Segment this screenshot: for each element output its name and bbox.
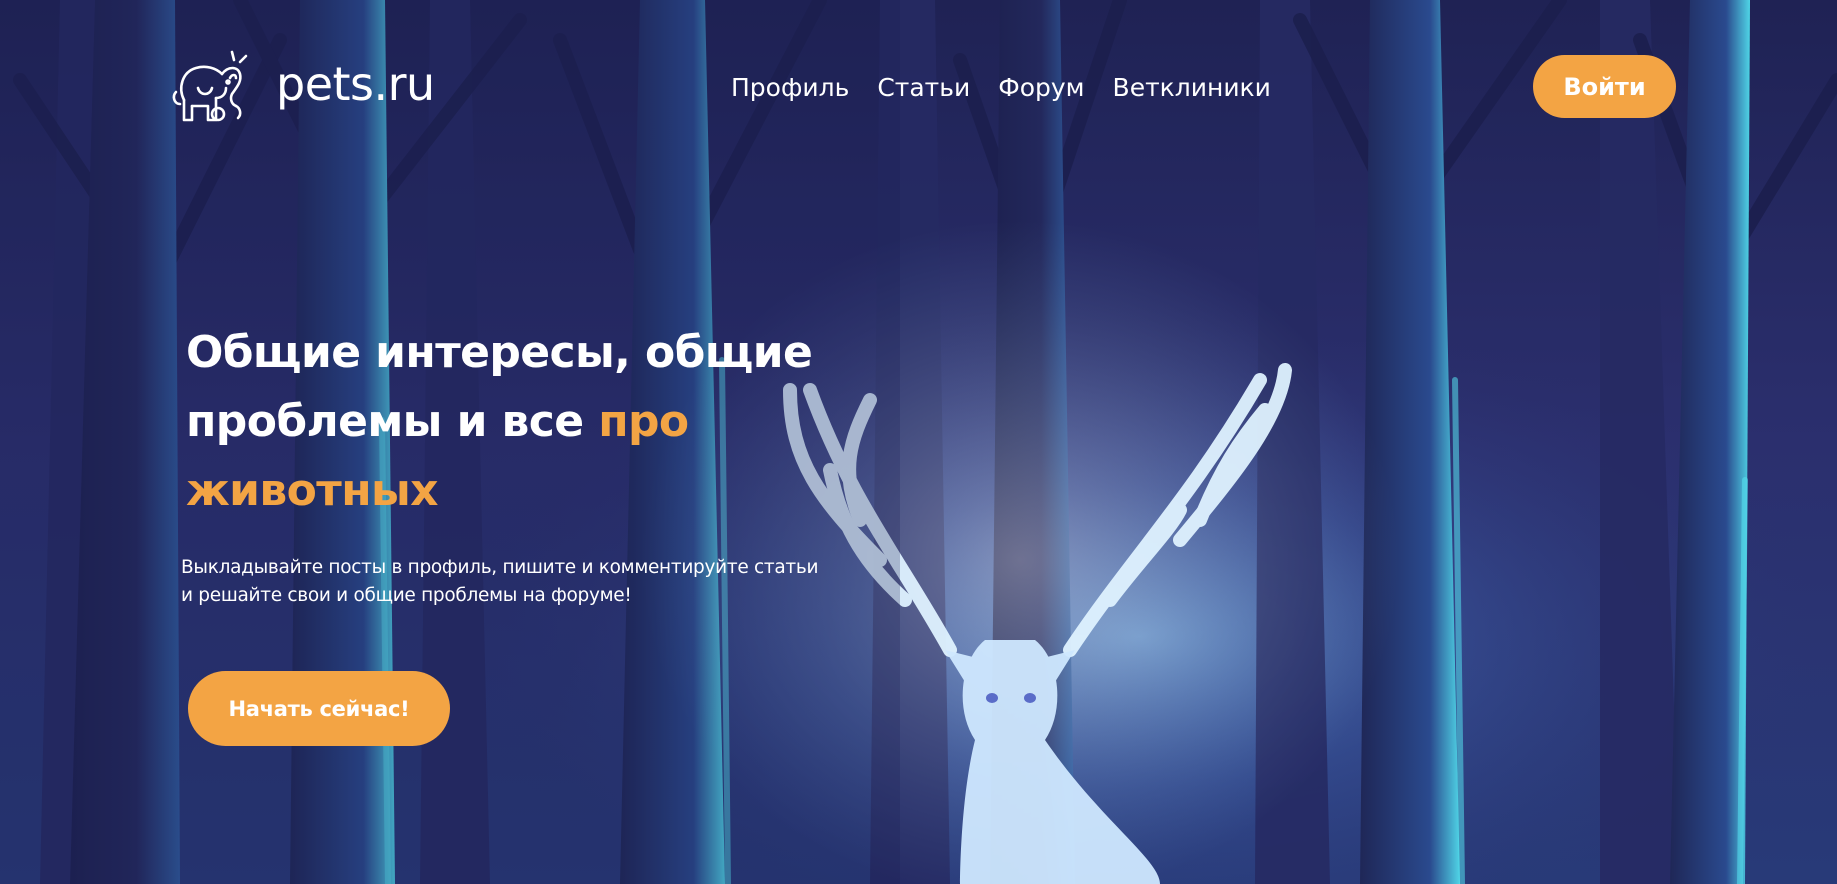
hero-subtitle-line-1: Выкладывайте посты в профиль, пишите и к… xyxy=(181,557,819,578)
nav-item-vet-clinics[interactable]: Ветклиники xyxy=(1113,72,1271,104)
login-button[interactable]: Войти xyxy=(1533,55,1676,118)
hero-subtitle: Выкладывайте посты в профиль, пишите и к… xyxy=(181,554,901,610)
hero-title-main: Общие интересы, общие проблемы и все xyxy=(186,327,813,447)
start-now-button[interactable]: Начать сейчас! xyxy=(188,671,450,746)
nav-item-articles[interactable]: Статьи xyxy=(877,72,970,104)
elephant-logo-icon xyxy=(172,50,248,122)
main-nav: Профиль Статьи Форум Ветклиники xyxy=(731,72,1271,104)
nav-item-profile[interactable]: Профиль xyxy=(731,72,849,104)
landing-page: pets.ru Профиль Статьи Форум Ветклиники … xyxy=(0,0,1837,884)
site-header: pets.ru Профиль Статьи Форум Ветклиники … xyxy=(0,0,1837,180)
logo-text: pets.ru xyxy=(276,57,435,111)
logo-link[interactable]: pets.ru xyxy=(170,48,435,126)
hero-title: Общие интересы, общие проблемы и все про… xyxy=(186,318,886,525)
nav-item-forum[interactable]: Форум xyxy=(998,72,1084,104)
hero-subtitle-line-2: и решайте свои и общие проблемы на форум… xyxy=(181,585,632,606)
